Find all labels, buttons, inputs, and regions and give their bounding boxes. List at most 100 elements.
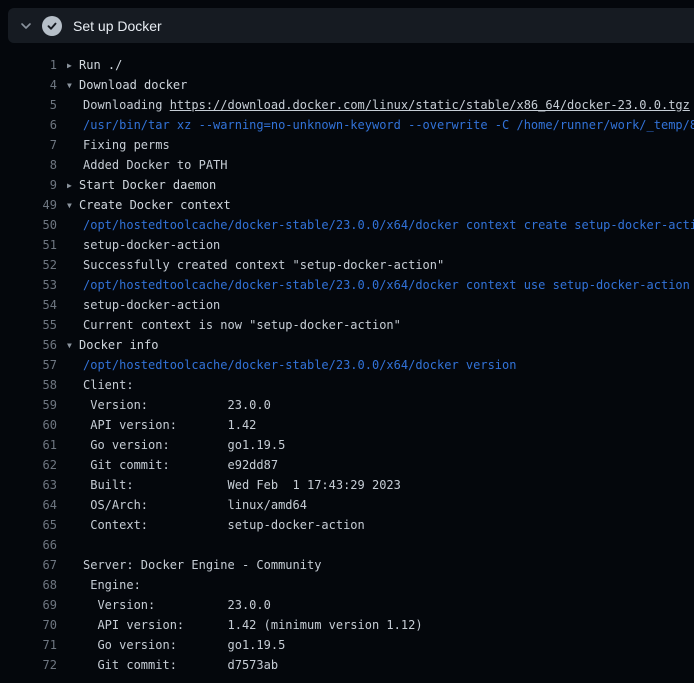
line-number[interactable]: 67	[0, 555, 57, 575]
log-line-content: Server: Docker Engine - Community	[67, 555, 321, 575]
line-number[interactable]: 52	[0, 255, 57, 275]
log-line[interactable]: 4▼Download docker	[0, 75, 694, 95]
log-line: 62 Git commit: e92dd87	[0, 455, 694, 475]
step-header[interactable]: Set up Docker	[8, 8, 694, 43]
log-line[interactable]: 49 ▼Create Docker context	[0, 195, 694, 215]
log-line-content: /usr/bin/tar xz --warning=no-unknown-key…	[67, 115, 694, 135]
log-line: 60 API version: 1.42	[0, 415, 694, 435]
group-title: Run ./	[79, 58, 122, 72]
log-text: Fixing perms	[83, 138, 170, 152]
log-line-content	[67, 535, 83, 555]
log-line: 52Successfully created context "setup-do…	[0, 255, 694, 275]
line-number[interactable]: 62	[0, 455, 57, 475]
line-number[interactable]: 57	[0, 355, 57, 375]
log-line-content: Go version: go1.19.5	[67, 635, 285, 655]
log-text: Git commit: e92dd87	[83, 458, 278, 472]
group-line-content: ▼Docker info	[67, 335, 158, 355]
log-lines: 1▶Run ./4▼Download docker5Downloading ht…	[0, 45, 694, 675]
log-line[interactable]: 56 ▼Docker info	[0, 335, 694, 355]
line-number[interactable]: 49	[0, 195, 57, 215]
log-text: Server: Docker Engine - Community	[83, 558, 321, 572]
log-line: 57/opt/hostedtoolcache/docker-stable/23.…	[0, 355, 694, 375]
log-line: 8 Added Docker to PATH	[0, 155, 694, 175]
log-line-content: Version: 23.0.0	[67, 595, 271, 615]
line-number[interactable]: 6	[0, 115, 57, 135]
log-text: OS/Arch: linux/amd64	[83, 498, 307, 512]
log-line: 66	[0, 535, 694, 555]
line-number[interactable]: 56	[0, 335, 57, 355]
log-line: 69 Version: 23.0.0	[0, 595, 694, 615]
line-number[interactable]: 50	[0, 215, 57, 235]
log-text: Downloading	[83, 98, 170, 112]
log-line: 64 OS/Arch: linux/amd64	[0, 495, 694, 515]
group-line-content: ▶Start Docker daemon	[67, 175, 216, 195]
expand-down-icon[interactable]: ▼	[67, 196, 79, 215]
line-number[interactable]: 55	[0, 315, 57, 335]
line-number[interactable]: 69	[0, 595, 57, 615]
expand-right-icon[interactable]: ▶	[67, 56, 79, 75]
log-link[interactable]: https://download.docker.com/linux/static…	[170, 98, 690, 112]
line-number[interactable]: 66	[0, 535, 57, 555]
log-text: Version: 23.0.0	[83, 398, 271, 412]
log-line: 54 setup-docker-action	[0, 295, 694, 315]
line-number[interactable]: 51	[0, 235, 57, 255]
expand-down-icon[interactable]: ▼	[67, 336, 79, 355]
chevron-down-icon[interactable]	[19, 19, 33, 33]
line-number[interactable]: 1	[0, 55, 57, 75]
line-number[interactable]: 4	[0, 75, 57, 95]
line-number[interactable]: 60	[0, 415, 57, 435]
log-line-content: Downloading https://download.docker.com/…	[67, 95, 690, 115]
log-line: 7 Fixing perms	[0, 135, 694, 155]
log-text: Go version: go1.19.5	[83, 638, 285, 652]
line-number[interactable]: 9	[0, 175, 57, 195]
log-line-content: /opt/hostedtoolcache/docker-stable/23.0.…	[67, 275, 690, 295]
line-number[interactable]: 71	[0, 635, 57, 655]
log-text: Go version: go1.19.5	[83, 438, 285, 452]
line-number[interactable]: 70	[0, 615, 57, 635]
log-line-content: Added Docker to PATH	[67, 155, 228, 175]
line-number[interactable]: 5	[0, 95, 57, 115]
log-line: 53/opt/hostedtoolcache/docker-stable/23.…	[0, 275, 694, 295]
step-title: Set up Docker	[73, 19, 162, 33]
log-line-content: Git commit: d7573ab	[67, 655, 278, 675]
log-line-content: /opt/hostedtoolcache/docker-stable/23.0.…	[67, 355, 516, 375]
log-line: 5 Downloading https://download.docker.com…	[0, 95, 694, 115]
log-line: 72 Git commit: d7573ab	[0, 655, 694, 675]
line-number[interactable]: 68	[0, 575, 57, 595]
line-number[interactable]: 64	[0, 495, 57, 515]
log-text: Built: Wed Feb 1 17:43:29 2023	[83, 478, 401, 492]
log-line-content: Go version: go1.19.5	[67, 435, 285, 455]
log-line-content: Context: setup-docker-action	[67, 515, 365, 535]
expand-down-icon[interactable]: ▼	[67, 76, 79, 95]
log-line: 67 Server: Docker Engine - Community	[0, 555, 694, 575]
log-line[interactable]: 9 ▶Start Docker daemon	[0, 175, 694, 195]
line-number[interactable]: 54	[0, 295, 57, 315]
log-line-content: Version: 23.0.0	[67, 395, 271, 415]
line-number[interactable]: 7	[0, 135, 57, 155]
log-command-text: /usr/bin/tar xz --warning=no-unknown-key…	[83, 118, 694, 132]
log-command-text: /opt/hostedtoolcache/docker-stable/23.0.…	[83, 278, 690, 292]
log-text: API version: 1.42	[83, 418, 256, 432]
log-text: Context: setup-docker-action	[83, 518, 365, 532]
line-number[interactable]: 8	[0, 155, 57, 175]
log-text: Version: 23.0.0	[83, 598, 271, 612]
line-number[interactable]: 53	[0, 275, 57, 295]
line-number[interactable]: 63	[0, 475, 57, 495]
group-title: Create Docker context	[79, 198, 231, 212]
log-line-content: setup-docker-action	[67, 235, 220, 255]
group-title: Start Docker daemon	[79, 178, 216, 192]
log-line[interactable]: 1 ▶Run ./	[0, 55, 694, 75]
log-line: 61 Go version: go1.19.5	[0, 435, 694, 455]
log-line-content: Engine:	[67, 575, 141, 595]
line-number[interactable]: 72	[0, 655, 57, 675]
line-number[interactable]: 59	[0, 395, 57, 415]
log-line-content: /opt/hostedtoolcache/docker-stable/23.0.…	[67, 215, 694, 235]
group-line-content: ▶Run ./	[67, 55, 122, 75]
log-line: 50/opt/hostedtoolcache/docker-stable/23.…	[0, 215, 694, 235]
expand-right-icon[interactable]: ▶	[67, 176, 79, 195]
line-number[interactable]: 61	[0, 435, 57, 455]
line-number[interactable]: 58	[0, 375, 57, 395]
log-text: Client:	[83, 378, 134, 392]
log-line-content: setup-docker-action	[67, 295, 220, 315]
line-number[interactable]: 65	[0, 515, 57, 535]
